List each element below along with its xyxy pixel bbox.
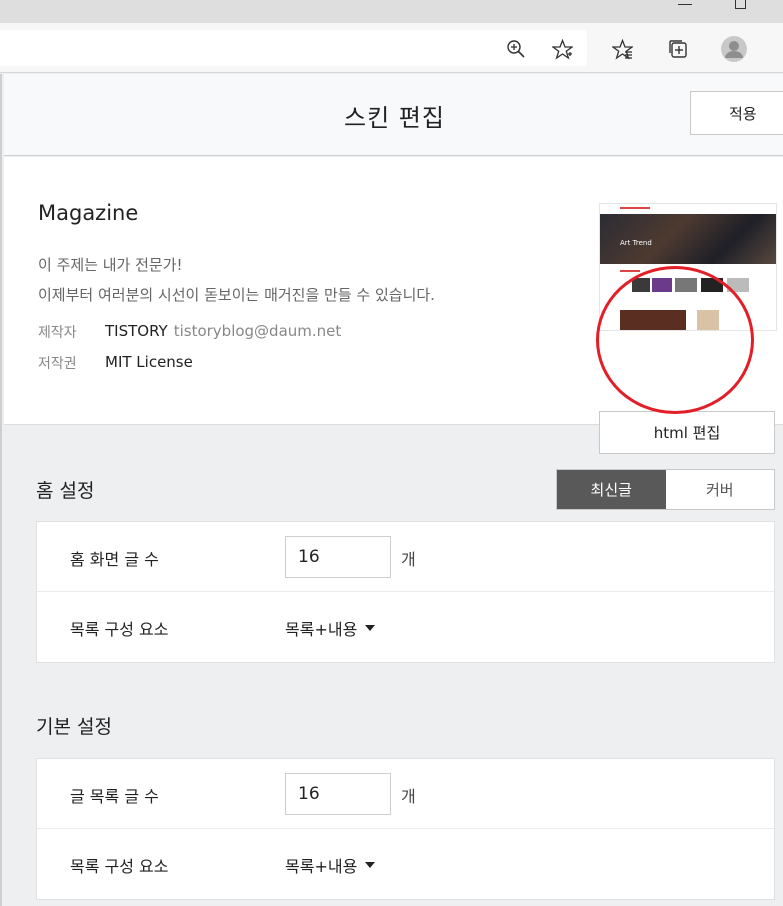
- tab-cover[interactable]: 커버: [666, 470, 775, 509]
- thumbnail-image: [620, 310, 686, 330]
- unit-label: 개: [401, 550, 416, 569]
- skin-description: 이 주제는 내가 전문가! 이제부터 여러분의 시선이 돋보이는 매거진을 만들…: [38, 250, 435, 310]
- browser-toolbar: [0, 23, 783, 73]
- caret-down-icon: [365, 625, 376, 631]
- skin-thumbnail: Art Trend: [599, 203, 777, 331]
- html-edit-button[interactable]: html 편집: [599, 411, 775, 454]
- author-key: 제작자: [38, 325, 77, 341]
- list-post-count-input[interactable]: [285, 773, 391, 815]
- thumbnail-image: [697, 310, 719, 330]
- apply-button[interactable]: 적용: [690, 91, 783, 135]
- window-titlebar: [0, 0, 783, 23]
- home-post-count-input[interactable]: [285, 536, 391, 578]
- row-label: 홈 화면 글 수: [70, 550, 159, 569]
- thumbnail-logo: [620, 207, 650, 209]
- row-label: 목록 구성 요소: [70, 620, 169, 639]
- skin-name: Magazine: [38, 201, 139, 225]
- thumbnail-image: [652, 278, 672, 292]
- row-label: 목록 구성 요소: [70, 857, 169, 876]
- select-value: 목록+내용: [285, 857, 358, 876]
- select-value: 목록+내용: [285, 620, 358, 639]
- page-title: 스킨 편집: [344, 104, 445, 132]
- collections-icon[interactable]: [667, 38, 689, 60]
- add-favorite-icon[interactable]: [551, 38, 573, 60]
- profile-avatar-icon[interactable]: [720, 35, 748, 63]
- skin-info-panel: Magazine 이 주제는 내가 전문가! 이제부터 여러분의 시선이 돋보이…: [4, 157, 783, 454]
- home-settings-card: 홈 화면 글 수 개 목록 구성 요소 목록+내용: [36, 521, 775, 663]
- skin-editor-page: 스킨 편집 적용 Magazine 이 주제는 내가 전문가! 이제부터 여러분…: [0, 74, 783, 906]
- tab-latest-posts[interactable]: 최신글: [557, 470, 666, 509]
- row-label: 글 목록 글 수: [70, 787, 159, 806]
- list-post-count-row: 글 목록 글 수 개: [37, 759, 774, 829]
- thumbnail-image: [701, 278, 723, 292]
- list-composition-select[interactable]: 목록+내용: [285, 853, 376, 877]
- author-email: tistoryblog@daum.net: [173, 322, 342, 340]
- restore-icon[interactable]: [735, 0, 746, 9]
- home-settings-tabs: 최신글 커버: [556, 469, 775, 510]
- thumbnail-image: [675, 278, 697, 292]
- author-name: TISTORY: [105, 322, 168, 340]
- thumbnail-accent: [620, 270, 640, 272]
- zoom-icon[interactable]: [505, 38, 527, 60]
- basic-settings-title: 기본 설정: [36, 716, 112, 738]
- thumbnail-hero-title: Art Trend: [620, 239, 652, 247]
- home-list-composition-row: 목록 구성 요소 목록+내용: [37, 592, 774, 662]
- skin-description-line: 이제부터 여러분의 시선이 돋보이는 매거진을 만들 수 있습니다.: [38, 286, 435, 304]
- address-bar[interactable]: [0, 30, 587, 66]
- page-header: 스킨 편집 적용: [4, 74, 783, 156]
- license-key: 저작권: [38, 356, 77, 372]
- skin-description-line: 이 주제는 내가 전문가!: [38, 256, 183, 274]
- caret-down-icon: [365, 862, 376, 868]
- license-value: MIT License: [105, 353, 193, 371]
- home-settings-title: 홈 설정: [36, 480, 95, 502]
- minimize-icon[interactable]: [678, 4, 692, 5]
- list-composition-row: 목록 구성 요소 목록+내용: [37, 829, 774, 899]
- home-list-composition-select[interactable]: 목록+내용: [285, 616, 376, 640]
- basic-settings-card: 글 목록 글 수 개 목록 구성 요소 목록+내용: [36, 758, 775, 900]
- unit-label: 개: [401, 787, 416, 806]
- thumbnail-image: [727, 278, 749, 292]
- favorites-icon[interactable]: [611, 38, 633, 60]
- thumbnail-image: [632, 278, 650, 292]
- home-post-count-row: 홈 화면 글 수 개: [37, 522, 774, 592]
